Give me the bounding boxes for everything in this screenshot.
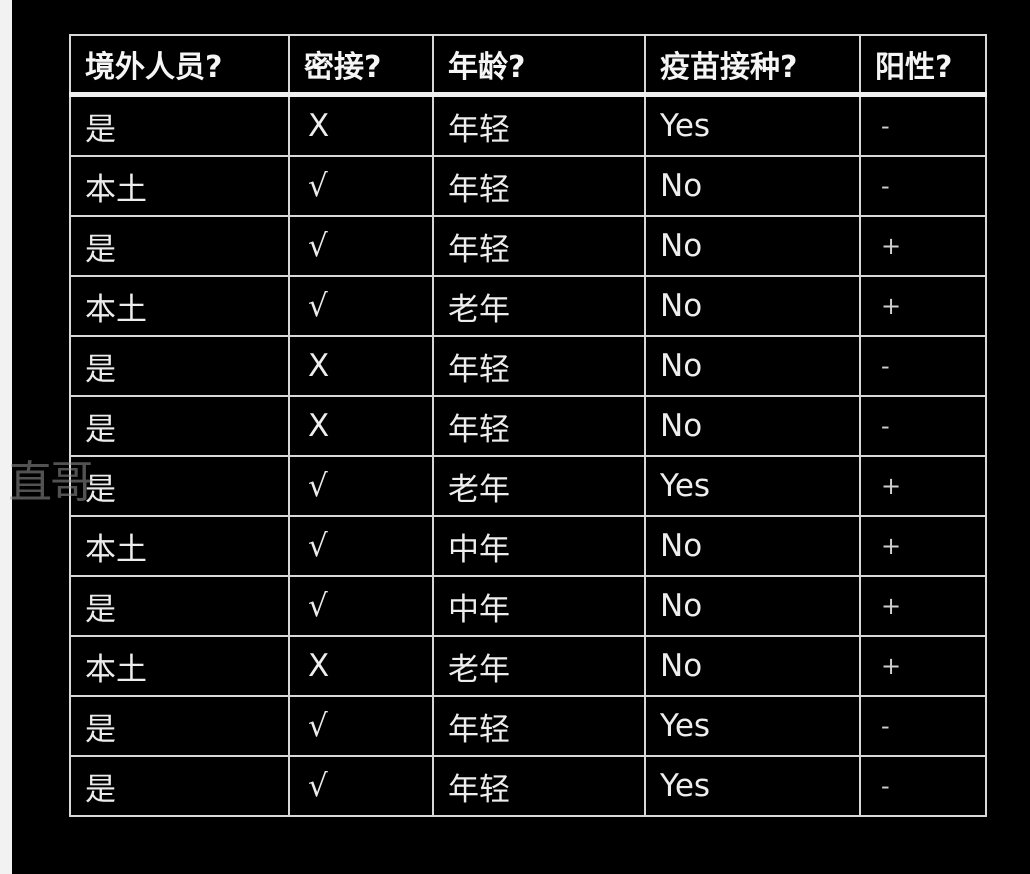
table-row: 是 X 年轻 No - — [69, 335, 987, 397]
cell-positive: - — [859, 93, 987, 157]
cell-vaccinated: Yes — [644, 755, 861, 817]
cell-positive: + — [859, 515, 987, 577]
cell-age: 年轻 — [432, 215, 646, 277]
cell-vaccinated: No — [644, 335, 861, 397]
cell-age: 老年 — [432, 455, 646, 517]
table-row: 本土 √ 中年 No + — [69, 515, 987, 577]
cell-age: 中年 — [432, 575, 646, 637]
cell-close-contact: √ — [288, 755, 434, 817]
header-positive: 阳性? — [859, 34, 987, 97]
cell-close-contact: √ — [288, 575, 434, 637]
cell-overseas: 是 — [69, 695, 290, 757]
cell-overseas: 是 — [69, 335, 290, 397]
cell-age: 年轻 — [432, 395, 646, 457]
header-overseas: 境外人员? — [69, 34, 290, 97]
cell-age: 年轻 — [432, 335, 646, 397]
cell-close-contact: √ — [288, 275, 434, 337]
cell-overseas: 是 — [69, 93, 290, 157]
cell-vaccinated: Yes — [644, 695, 861, 757]
table-row: 是 √ 年轻 No + — [69, 215, 987, 277]
cell-close-contact: X — [288, 93, 434, 157]
table-row: 本土 √ 老年 No + — [69, 275, 987, 337]
cell-positive: + — [859, 455, 987, 517]
cell-positive: + — [859, 635, 987, 697]
cell-close-contact: √ — [288, 515, 434, 577]
cell-vaccinated: No — [644, 275, 861, 337]
header-vaccinated: 疫苗接种? — [644, 34, 861, 97]
cell-vaccinated: No — [644, 515, 861, 577]
cell-positive: - — [859, 695, 987, 757]
dark-background-panel: 境外人员? 密接? 年龄? 疫苗接种? 阳性? 是 X 年轻 Yes - 本土 … — [12, 0, 1030, 874]
table-row: 是 √ 年轻 Yes - — [69, 695, 987, 757]
cell-positive: + — [859, 575, 987, 637]
header-close-contact: 密接? — [288, 34, 434, 97]
cell-close-contact: √ — [288, 155, 434, 217]
cell-close-contact: X — [288, 395, 434, 457]
table-row: 是 √ 中年 No + — [69, 575, 987, 637]
cell-positive: - — [859, 395, 987, 457]
cell-positive: - — [859, 335, 987, 397]
cell-vaccinated: Yes — [644, 455, 861, 517]
header-age: 年龄? — [432, 34, 646, 97]
table-row: 本土 √ 年轻 No - — [69, 155, 987, 217]
cell-overseas: 本土 — [69, 155, 290, 217]
cell-vaccinated: No — [644, 215, 861, 277]
cell-age: 老年 — [432, 275, 646, 337]
cell-vaccinated: Yes — [644, 93, 861, 157]
cell-close-contact: X — [288, 335, 434, 397]
cell-overseas: 是 — [69, 395, 290, 457]
cell-age: 年轻 — [432, 155, 646, 217]
table-row: 是 X 年轻 Yes - — [69, 93, 987, 157]
cell-close-contact: √ — [288, 695, 434, 757]
cell-overseas: 是 — [69, 455, 290, 517]
table-header-row: 境外人员? 密接? 年龄? 疫苗接种? 阳性? — [69, 34, 987, 97]
table-row: 本土 X 老年 No + — [69, 635, 987, 697]
data-table: 境外人员? 密接? 年龄? 疫苗接种? 阳性? 是 X 年轻 Yes - 本土 … — [69, 34, 987, 817]
table-row: 是 √ 老年 Yes + — [69, 455, 987, 517]
cell-positive: + — [859, 275, 987, 337]
cell-overseas: 是 — [69, 575, 290, 637]
cell-close-contact: √ — [288, 455, 434, 517]
cell-vaccinated: No — [644, 395, 861, 457]
cell-overseas: 本土 — [69, 275, 290, 337]
cell-positive: - — [859, 755, 987, 817]
cell-vaccinated: No — [644, 635, 861, 697]
table-row: 是 X 年轻 No - — [69, 395, 987, 457]
cell-age: 中年 — [432, 515, 646, 577]
cell-positive: - — [859, 155, 987, 217]
cell-close-contact: √ — [288, 215, 434, 277]
cell-overseas: 是 — [69, 215, 290, 277]
cell-age: 年轻 — [432, 93, 646, 157]
cell-age: 年轻 — [432, 695, 646, 757]
cell-age: 年轻 — [432, 755, 646, 817]
cell-positive: + — [859, 215, 987, 277]
cell-overseas: 本土 — [69, 515, 290, 577]
cell-close-contact: X — [288, 635, 434, 697]
cell-vaccinated: No — [644, 575, 861, 637]
cell-overseas: 本土 — [69, 635, 290, 697]
cell-age: 老年 — [432, 635, 646, 697]
cell-overseas: 是 — [69, 755, 290, 817]
table-row: 是 √ 年轻 Yes - — [69, 755, 987, 817]
cell-vaccinated: No — [644, 155, 861, 217]
